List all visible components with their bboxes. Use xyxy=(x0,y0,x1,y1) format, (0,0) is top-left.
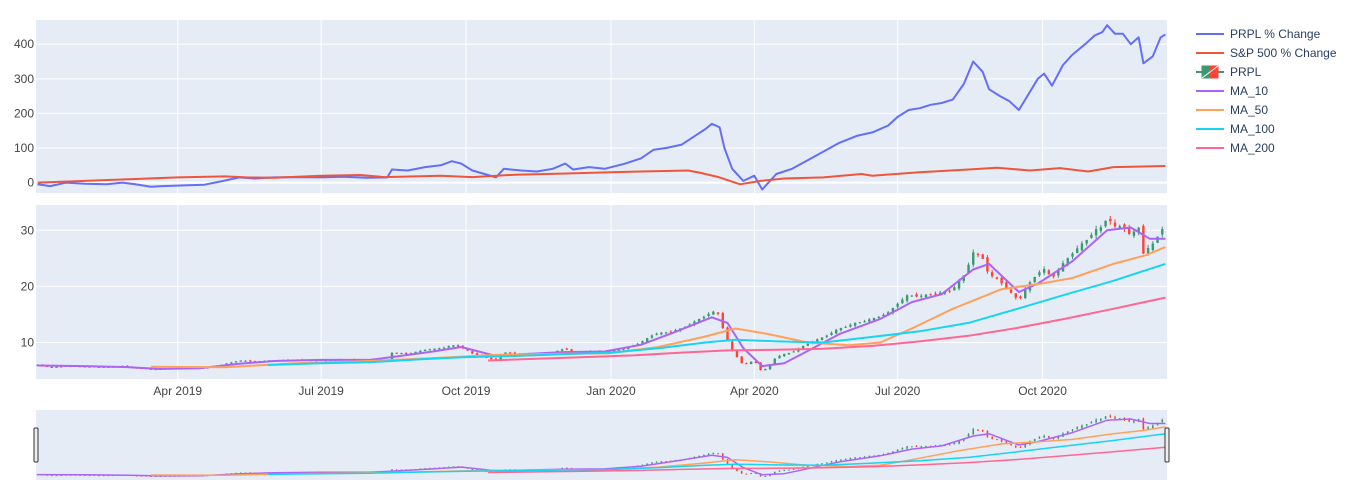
candle xyxy=(1033,276,1036,284)
slider-candle xyxy=(981,429,984,432)
legend-label: MA_100 xyxy=(1230,122,1275,136)
legend-candle-swatch xyxy=(1196,65,1224,79)
candle xyxy=(239,360,242,362)
candle xyxy=(981,253,984,260)
legend-item-s-p-500-change[interactable]: S&P 500 % Change xyxy=(1196,46,1337,60)
slider-candle xyxy=(740,470,743,474)
slider-candle xyxy=(764,475,767,477)
slider-candle xyxy=(821,463,823,465)
legend-item-ma-10[interactable]: MA_10 xyxy=(1196,84,1268,98)
candle xyxy=(740,355,743,364)
x-tick-label: Jul 2020 xyxy=(875,384,921,398)
x-tick-label: Jul 2019 xyxy=(298,384,344,398)
x-tick-label: Oct 2020 xyxy=(1018,384,1067,398)
legend-label: S&P 500 % Change xyxy=(1230,46,1337,60)
slider-candle xyxy=(911,446,913,448)
candle xyxy=(726,326,729,342)
y-tick-label-top: 300 xyxy=(14,72,34,86)
y-tick-label-top: 100 xyxy=(14,141,34,155)
legend-item-ma-100[interactable]: MA_100 xyxy=(1196,122,1275,136)
legend-item-ma-200[interactable]: MA_200 xyxy=(1196,141,1275,155)
candle xyxy=(749,361,753,365)
slider-candle xyxy=(717,453,719,455)
y-tick-label-middle: 30 xyxy=(21,223,35,237)
y-tick-label-middle: 20 xyxy=(21,279,35,293)
slider-candle xyxy=(1142,417,1145,430)
legend-label: PRPL xyxy=(1230,65,1262,79)
y-tick-label-top: 400 xyxy=(14,37,34,51)
y-tick-label-top: 0 xyxy=(27,176,34,190)
candle xyxy=(735,350,739,358)
slider-candle xyxy=(788,469,790,471)
legend-label: MA_50 xyxy=(1230,103,1268,117)
candle xyxy=(1142,224,1145,255)
legend-item-ma-50[interactable]: MA_50 xyxy=(1196,103,1268,117)
legend[interactable]: PRPL % Change S&P 500 % Change PRPL MA_10 MA… xyxy=(1196,27,1337,155)
slider-candle xyxy=(783,469,786,472)
y-tick-label-middle: 10 xyxy=(21,336,35,350)
y-tick-label-top: 200 xyxy=(14,106,34,120)
chart-svg: Apr 2019 Jul 2019 Oct 2019 Jan 2020 Apr 2020… xyxy=(14,20,1337,480)
slider-candle xyxy=(1033,438,1036,442)
x-tick-label: Apr 2019 xyxy=(153,384,202,398)
legend-label: PRPL % Change xyxy=(1230,27,1321,41)
candle xyxy=(1156,236,1159,244)
x-tick-label: Apr 2020 xyxy=(730,384,779,398)
range-slider-left-handle[interactable] xyxy=(33,427,39,463)
legend-label: MA_200 xyxy=(1230,141,1275,155)
candle xyxy=(820,337,824,341)
x-tick-label: Oct 2019 xyxy=(442,384,491,398)
legend-item-prpl-change[interactable]: PRPL % Change xyxy=(1196,27,1321,41)
x-tick-label: Jan 2020 xyxy=(586,384,636,398)
slider-candle xyxy=(750,472,752,475)
legend-item-prpl[interactable]: PRPL xyxy=(1196,65,1262,79)
range-slider-right-handle[interactable] xyxy=(1164,427,1170,463)
legend-label: MA_10 xyxy=(1230,84,1268,98)
